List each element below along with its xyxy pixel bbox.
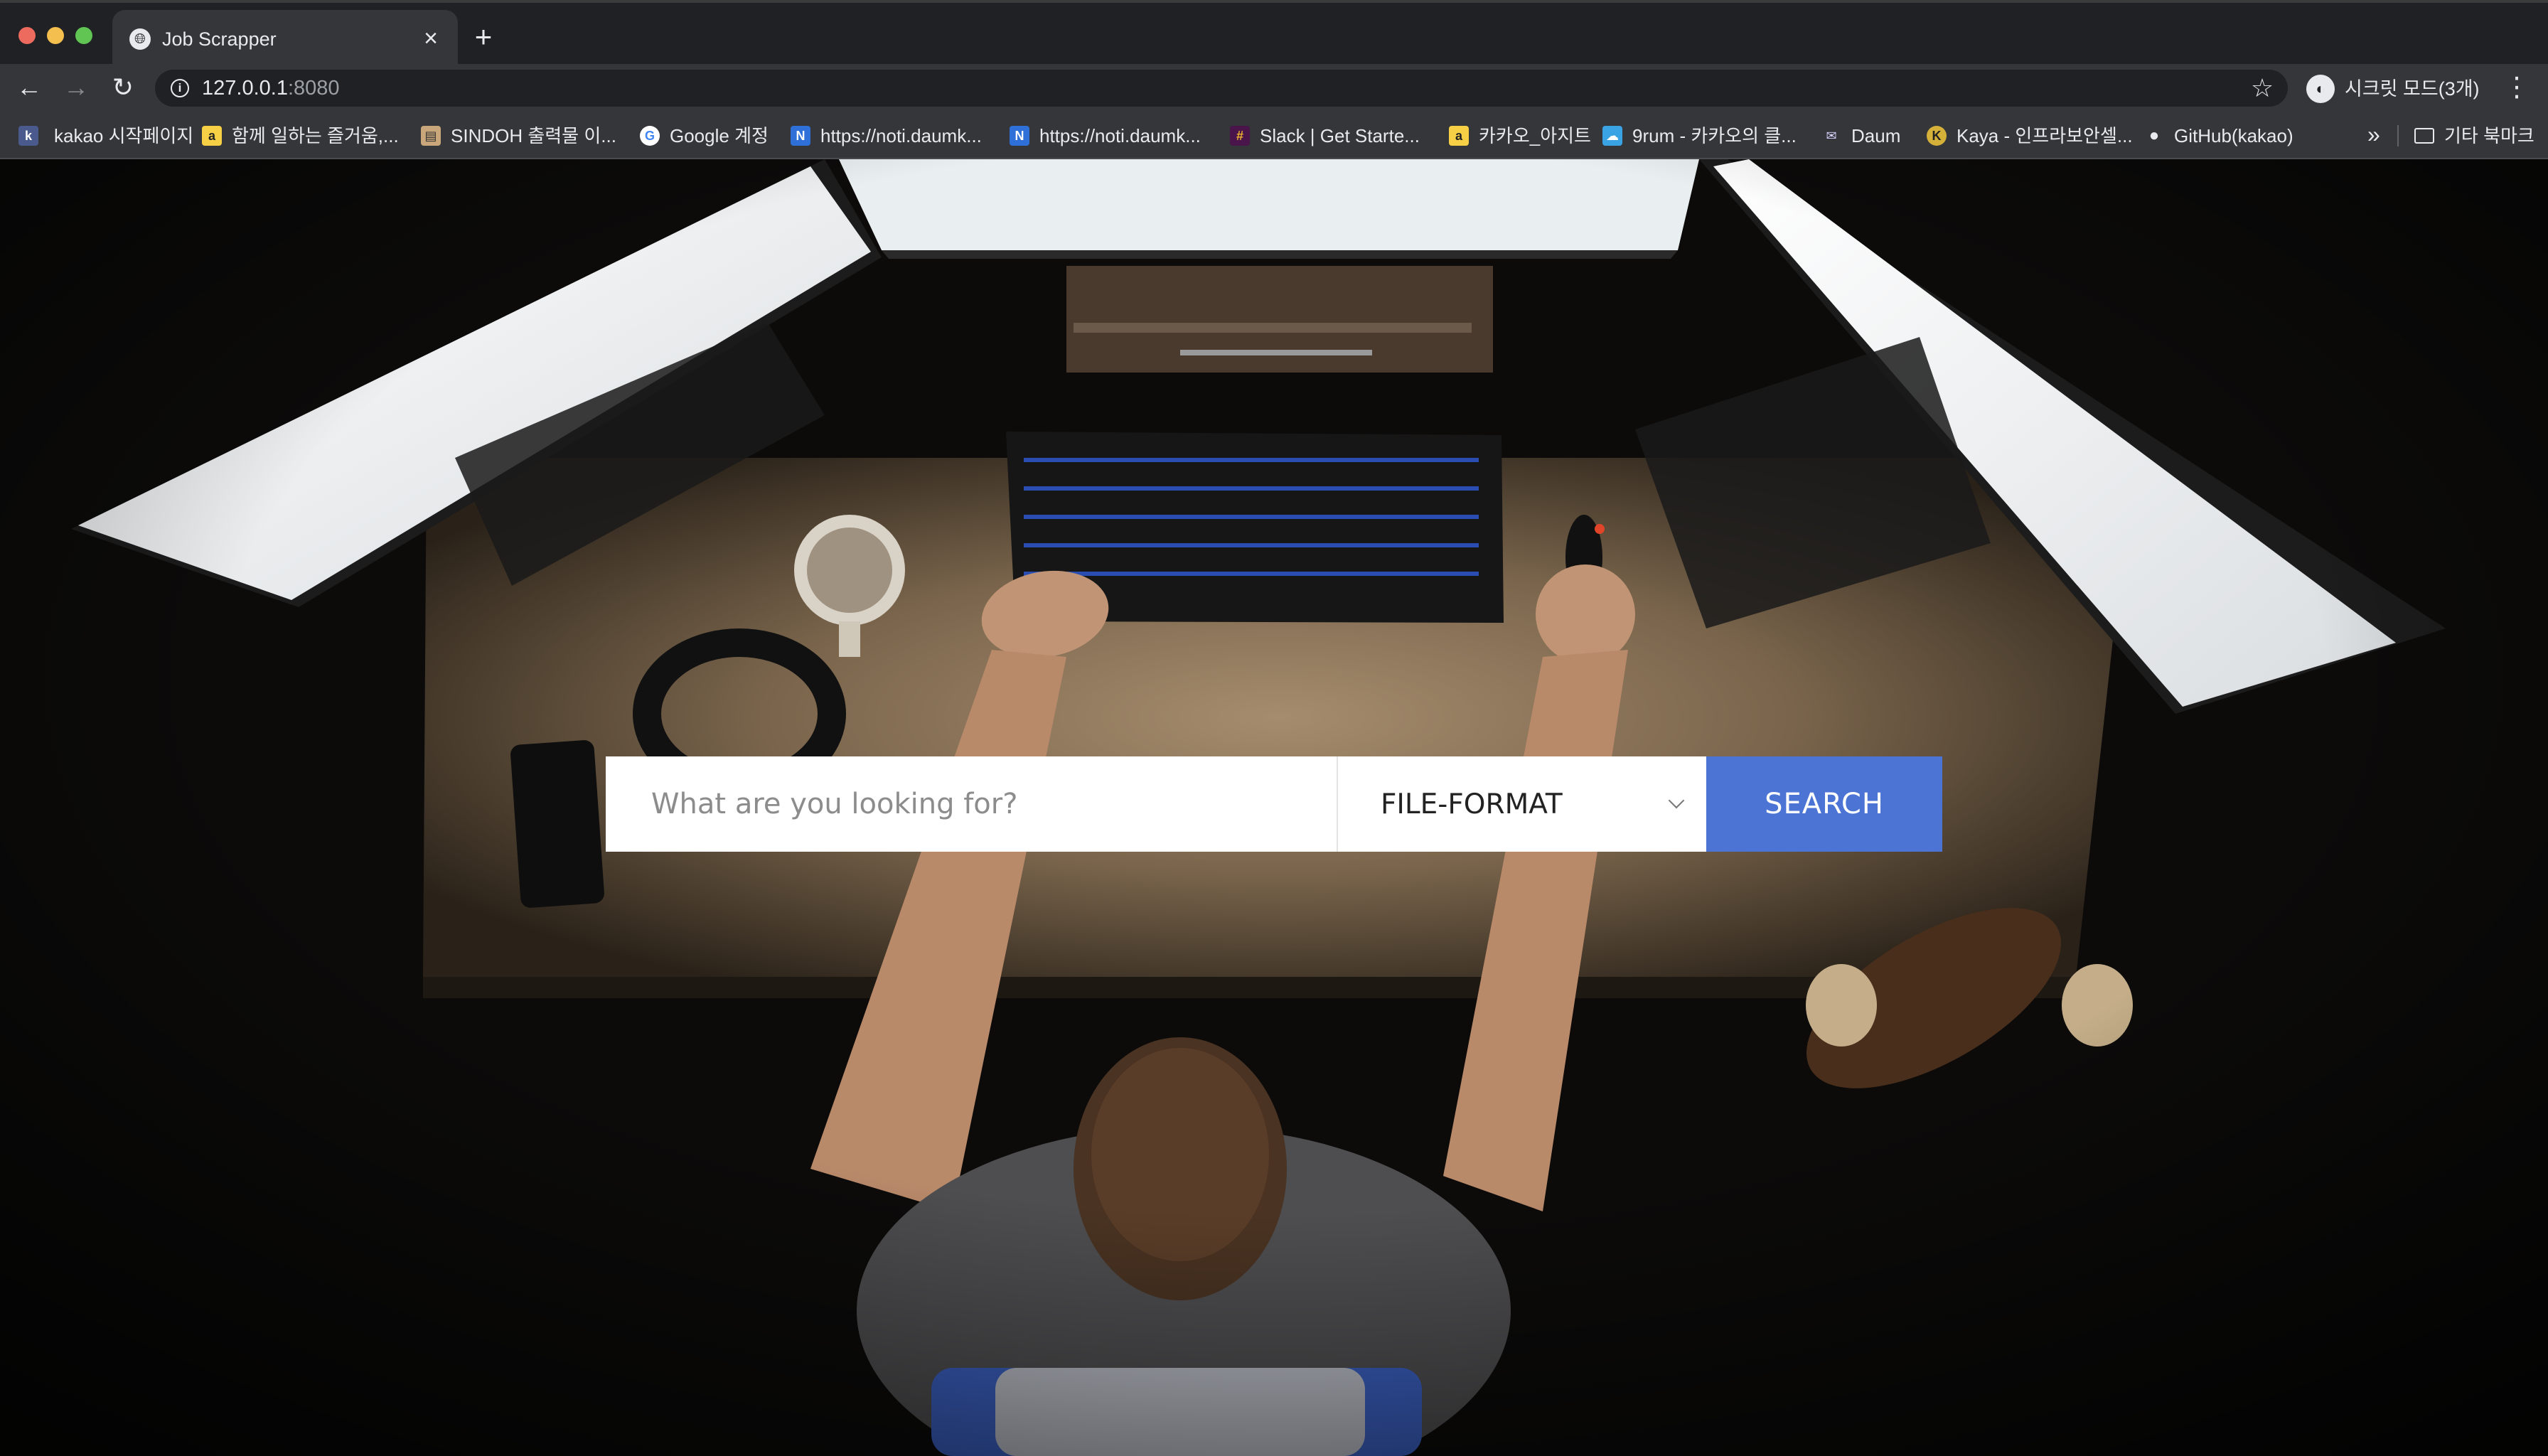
bookmark-star-icon[interactable]: ☆	[2248, 74, 2276, 102]
incognito-icon: ◐	[2306, 75, 2335, 103]
tab-title: Job Scrapper	[162, 28, 277, 50]
site-info-icon[interactable]: i	[171, 79, 189, 97]
address-bar[interactable]: i 127.0.0.1:8080 ☆	[155, 70, 2288, 107]
forward-arrow-icon[interactable]: →	[60, 71, 92, 104]
bookmark-label: https://noti.daumk...	[1039, 125, 1201, 146]
daum-mail-icon: ✉	[1826, 129, 1837, 143]
agit-icon: a	[1449, 126, 1469, 146]
tab-job-scrapper[interactable]: 🌐︎ Job Scrapper ×	[112, 10, 458, 67]
bookmark-label: kakao 시작페이지	[54, 125, 194, 146]
kakao-k-icon: k	[18, 126, 38, 146]
noti-icon: N	[1010, 126, 1029, 146]
window-minimize-button[interactable]	[47, 27, 64, 44]
bookmark-label: 카카오_아지트	[1479, 125, 1591, 146]
chevron-down-icon	[1668, 792, 1685, 809]
url-host: 127.0.0.1	[202, 77, 288, 100]
folder-icon	[2414, 128, 2434, 144]
file-format-select[interactable]: FILE-FORMAT	[1338, 756, 1706, 852]
9rum-cloud-icon: ☁	[1602, 126, 1622, 146]
bookmarks-overflow-icon[interactable]: »	[2367, 122, 2380, 146]
page-viewport: FILE-FORMAT SEARCH	[0, 159, 2548, 1456]
window-maximize-button[interactable]	[75, 27, 92, 44]
bookmark-label: Google 계정	[670, 125, 769, 146]
back-arrow-icon[interactable]: ←	[13, 71, 46, 104]
tab-close-icon[interactable]: ×	[417, 24, 445, 53]
bookmark-label: Slack | Get Starte...	[1260, 125, 1420, 146]
bookmarks-divider	[2397, 125, 2399, 146]
url-port: :8080	[287, 77, 340, 100]
bookmark-label: Daum	[1851, 125, 1901, 146]
other-bookmarks-label: 기타 북마크	[2444, 125, 2534, 146]
agit-icon: a	[202, 126, 222, 146]
bookmark-label: 함께 일하는 즐거움,...	[232, 125, 399, 146]
bookmarks-bar: k kakao 시작페이지 a 함께 일하는 즐거움,... ▤ SINDOH …	[0, 111, 2548, 159]
search-form: FILE-FORMAT SEARCH	[606, 756, 1942, 852]
bookmark-label: SINDOH 출력물 이...	[451, 125, 616, 146]
sindoh-icon: ▤	[421, 126, 441, 146]
browser-menu-icon[interactable]: ⋮	[2502, 71, 2531, 104]
incognito-indicator[interactable]: ◐ 시크릿 모드(3개)	[2302, 70, 2494, 107]
incognito-label: 시크릿 모드(3개)	[2345, 78, 2480, 100]
slack-icon: #	[1230, 126, 1250, 146]
browser-tab-strip: 🌐︎ Job Scrapper × +	[0, 0, 2548, 67]
noti-icon: N	[791, 126, 810, 146]
globe-icon: 🌐︎	[129, 28, 151, 50]
reload-icon[interactable]: ↻	[107, 71, 139, 104]
new-tab-button[interactable]: +	[468, 21, 499, 53]
search-button[interactable]: SEARCH	[1706, 756, 1942, 852]
bookmark-label: GitHub(kakao)	[2174, 125, 2293, 146]
search-input[interactable]	[606, 756, 1338, 852]
file-format-label: FILE-FORMAT	[1381, 788, 1563, 820]
bookmark-label: 9rum - 카카오의 클...	[1632, 125, 1797, 146]
bookmark-label: Kaya - 인프라보안셀...	[1956, 125, 2133, 146]
bookmark-label: https://noti.daumk...	[820, 125, 982, 146]
window-close-button[interactable]	[18, 27, 36, 44]
github-icon: ●	[2148, 126, 2160, 145]
kaya-icon: K	[1927, 126, 1947, 146]
google-icon: G	[640, 126, 660, 146]
browser-toolbar: ← → ↻ i 127.0.0.1:8080 ☆ ◐ 시크릿 모드(3개) ⋮	[0, 64, 2548, 111]
url-text[interactable]: 127.0.0.1:8080	[202, 77, 340, 100]
